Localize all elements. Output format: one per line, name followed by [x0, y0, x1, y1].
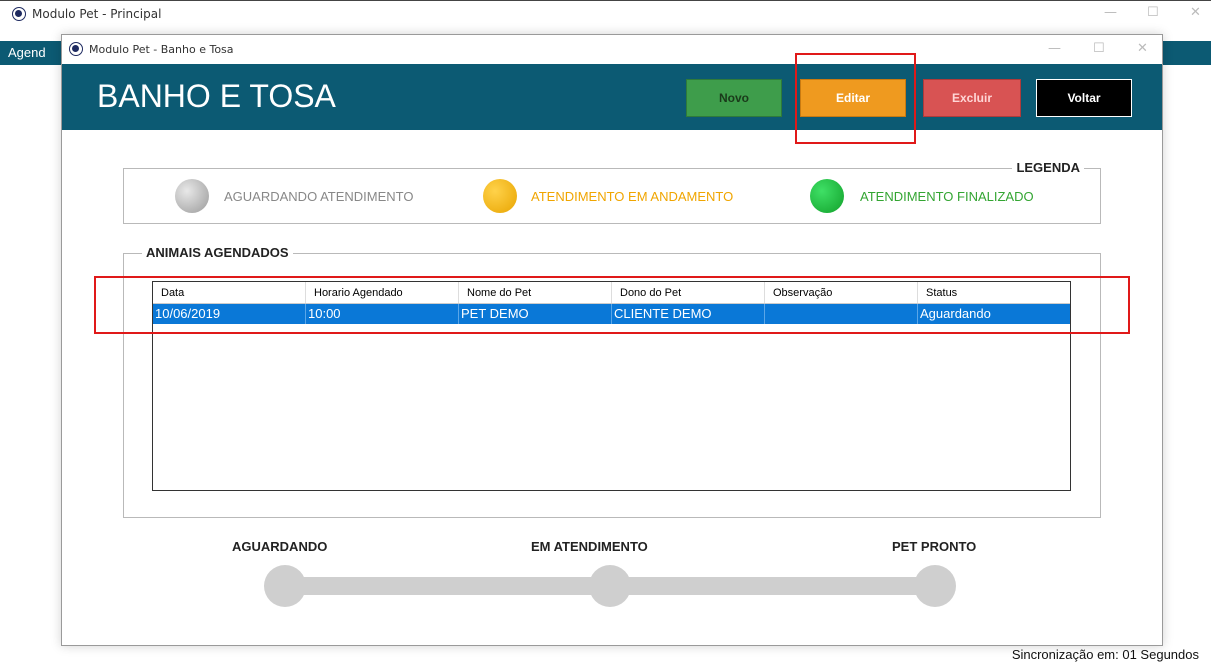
column-header[interactable]: Dono do Pet: [612, 282, 765, 303]
table-cell: CLIENTE DEMO: [612, 304, 765, 324]
table-cell: PET DEMO: [459, 304, 612, 324]
progress-node-em-atendimento: [589, 565, 631, 607]
paw-icon: [12, 7, 26, 21]
child-titlebar: Modulo Pet - Banho e Tosa — ☐ ✕: [62, 35, 1162, 64]
banho-tosa-window: Modulo Pet - Banho e Tosa — ☐ ✕ BANHO E …: [61, 34, 1163, 646]
maximize-icon[interactable]: ☐: [1147, 5, 1159, 20]
table-cell: [765, 304, 918, 324]
gray-status-dot: [175, 179, 209, 213]
excluir-button[interactable]: Excluir: [923, 79, 1021, 117]
minimize-icon[interactable]: —: [1048, 41, 1061, 56]
column-header[interactable]: Status: [918, 282, 1070, 303]
close-icon[interactable]: ✕: [1137, 41, 1148, 56]
voltar-button[interactable]: Voltar: [1036, 79, 1132, 117]
menu-item-agenda[interactable]: Agend: [8, 45, 46, 60]
main-titlebar: Modulo Pet - Principal — ☐ ✕: [0, 0, 1211, 28]
column-header[interactable]: Observação: [765, 282, 918, 303]
column-header[interactable]: Data: [153, 282, 306, 303]
paw-icon: [69, 42, 83, 56]
editar-button[interactable]: Editar: [800, 79, 906, 117]
column-header[interactable]: Horario Agendado: [306, 282, 459, 303]
main-window-title: Modulo Pet - Principal: [32, 7, 162, 21]
scheduled-label: ANIMAIS AGENDADOS: [142, 245, 293, 260]
sync-status: Sincronização em: 01 Segundos: [1011, 647, 1199, 662]
novo-button[interactable]: Novo: [686, 79, 782, 117]
table-cell: 10:00: [306, 304, 459, 324]
header-bar: BANHO E TOSA Novo Editar Excluir Voltar: [62, 64, 1162, 130]
progress-node-aguardando: [264, 565, 306, 607]
child-window-title: Modulo Pet - Banho e Tosa: [89, 43, 234, 56]
page-title: BANHO E TOSA: [97, 78, 336, 114]
legend-group: LEGENDA AGUARDANDO ATENDIMENTO ATENDIMEN…: [123, 160, 1101, 224]
appointments-table[interactable]: Data Horario Agendado Nome do Pet Dono d…: [152, 281, 1071, 491]
legend-finalizado: ATENDIMENTO FINALIZADO: [860, 189, 1034, 204]
maximize-icon[interactable]: ☐: [1093, 41, 1105, 56]
table-row[interactable]: 10/06/2019 10:00 PET DEMO CLIENTE DEMO A…: [153, 304, 1070, 324]
green-status-dot: [810, 179, 844, 213]
step-label-pet-pronto: PET PRONTO: [892, 539, 977, 554]
minimize-icon[interactable]: —: [1104, 5, 1117, 20]
close-icon[interactable]: ✕: [1190, 5, 1201, 20]
column-header[interactable]: Nome do Pet: [459, 282, 612, 303]
table-header: Data Horario Agendado Nome do Pet Dono d…: [153, 282, 1070, 304]
step-label-aguardando: AGUARDANDO: [232, 539, 328, 554]
table-cell: Aguardando: [920, 306, 991, 321]
orange-status-dot: [483, 179, 517, 213]
table-cell: 10/06/2019: [153, 304, 306, 324]
progress-node-pet-pronto: [914, 565, 956, 607]
legend-aguardando: AGUARDANDO ATENDIMENTO: [224, 189, 414, 204]
step-label-em-atendimento: EM ATENDIMENTO: [531, 539, 648, 554]
legend-label: LEGENDA: [1012, 160, 1084, 175]
legend-em-andamento: ATENDIMENTO EM ANDAMENTO: [531, 189, 734, 204]
